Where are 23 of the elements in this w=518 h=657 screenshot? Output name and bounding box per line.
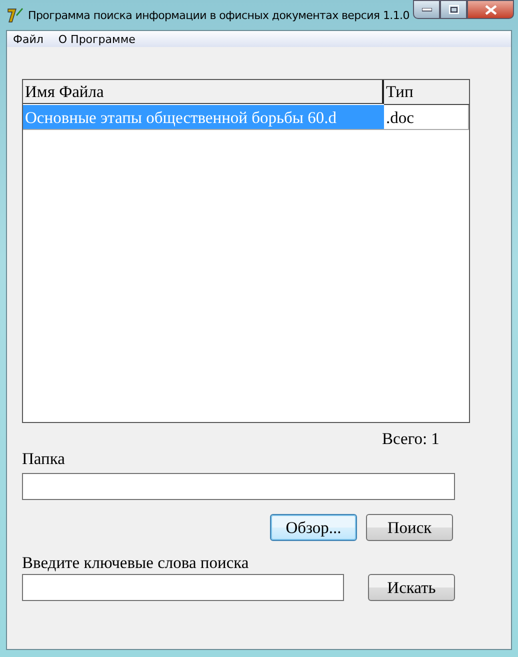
folder-field[interactable] — [22, 473, 455, 500]
minimize-button[interactable] — [413, 0, 440, 19]
window-title: Программа поиска информации в офисных документах версия 1.1.0 — [28, 8, 410, 22]
total-count: Всего: 1 — [382, 429, 440, 449]
table-cell: Основные этапы общественной борьбы 60.d — [23, 105, 384, 130]
table-row[interactable]: Основные этапы общественной борьбы 60.d .doc — [23, 105, 469, 130]
minimize-icon — [422, 8, 432, 12]
maximize-button[interactable] — [440, 0, 468, 19]
maximize-icon — [448, 5, 459, 14]
close-icon — [484, 4, 497, 14]
app-icon — [6, 6, 24, 24]
keywords-label: Введите ключевые слова поиска — [22, 553, 250, 573]
keywords-field[interactable] — [22, 574, 344, 601]
menu-item[interactable]: Файл — [13, 32, 50, 46]
close-button[interactable] — [467, 0, 514, 19]
folder-label: Папка — [22, 449, 66, 469]
folder-button[interactable]: Обзор... — [270, 514, 357, 541]
menu-item[interactable]: О Программе — [58, 32, 142, 46]
search-button[interactable]: Искать — [368, 574, 455, 601]
column-header[interactable]: Тип — [384, 80, 469, 105]
column-header[interactable]: Имя Файла — [23, 80, 384, 104]
table-cell: .doc — [384, 105, 469, 130]
folder-button[interactable]: Поиск — [366, 514, 453, 541]
